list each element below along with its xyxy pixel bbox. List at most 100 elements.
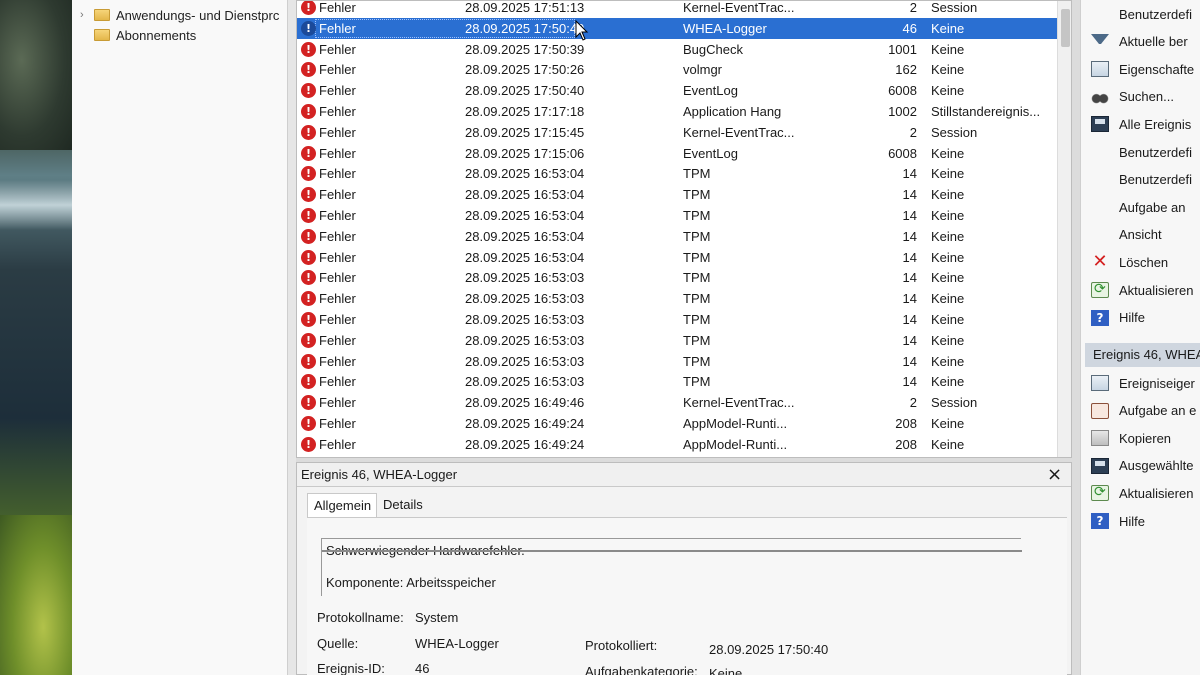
events-list: ! Fehler 28.09.2025 17:51:13 Kernel-EventTr… [296,0,1072,458]
action-item[interactable]: Ausgewählte [1091,455,1193,477]
action-label: Hilfe [1119,513,1146,529]
cell-level: Fehler [319,208,356,223]
action-item[interactable]: ? Hilfe [1091,307,1145,329]
cell-source: TPM [683,208,711,223]
table-row[interactable]: ! Fehler 28.09.2025 16:53:04 TPM 14 Keine [297,184,1057,205]
cell-source: TPM [683,374,711,390]
cell-level: Fehler [319,104,356,119]
tree-item-anwendungs-dienst[interactable]: › Anwendungs- und Dienstprc [80,5,279,25]
action-label: Benutzerdefi [1119,6,1192,22]
cell-event-id: 162 [895,62,917,78]
error-icon: ! [301,187,316,203]
ereignis-id-label: Ereignis-ID: [317,661,385,675]
table-row[interactable]: ! Fehler 28.09.2025 17:17:18 Application Ha… [297,101,1057,122]
cell-event-id: 208 [895,416,917,431]
refresh-icon [1091,484,1109,502]
cell-level: Fehler [319,416,356,431]
error-icon: ! [301,104,316,119]
error-icon: ! [301,208,316,223]
table-row[interactable]: ! Fehler 28.09.2025 16:53:03 TPM 14 Keine [297,330,1057,351]
event-details-pane: Ereignis 46, WHEA-Logger × Allgemein Det… [296,462,1072,675]
action-item[interactable]: Eigenschafte [1091,58,1194,80]
action-item[interactable]: Benutzerdefi [1091,169,1192,191]
error-icon: ! [301,228,316,244]
table-row[interactable]: ! Fehler 28.09.2025 17:51:13 Kernel-EventTr… [297,0,1057,18]
tree-item-abonnements[interactable]: Abonnements [80,25,196,45]
actions-section-header: Ereignis 46, WHEA [1085,343,1200,367]
action-item[interactable]: Aktuelle ber [1091,31,1188,53]
table-row-selected[interactable]: ! Fehler 28.09.2025 17:50:40 WHEA-Logger 46 K… [297,17,1057,39]
events-scrollbar[interactable] [1057,1,1071,457]
error-icon: ! [301,312,316,327]
table-row[interactable]: ! Fehler 28.09.2025 17:15:45 Kernel-EventTr… [297,122,1057,143]
table-row[interactable]: ! Fehler 28.09.2025 16:53:04 TPM 14 Keine [297,163,1057,184]
table-row[interactable]: ! Fehler 28.09.2025 17:50:26 volmgr 162 Keine [297,59,1057,80]
cell-datetime: 28.09.2025 17:51:13 [465,0,585,15]
message-divider [322,550,1022,552]
table-row[interactable]: ! Fehler 28.09.2025 16:53:03 TPM 14 Keine [297,267,1057,288]
table-row[interactable]: ! Fehler 28.09.2025 16:53:03 TPM 14 Keine [297,371,1057,392]
action-item[interactable]: Aktualisieren [1091,279,1193,301]
table-row[interactable]: ! Fehler 28.09.2025 16:53:04 TPM 14 Keine [297,205,1057,226]
cell-source: AppModel-Runti... [683,416,788,431]
tab-allgemein[interactable]: Allgemein [307,493,377,517]
action-item[interactable]: ? Hilfe [1091,510,1145,532]
event-message-box[interactable]: Schwerwiegender Hardwarefehler. Komponen… [321,538,1022,596]
close-icon[interactable]: × [1047,464,1062,485]
action-item[interactable]: Ereigniseiger [1091,372,1195,394]
action-item[interactable]: Benutzerdefi [1091,141,1192,163]
cell-source: TPM [683,187,711,203]
pane-gap [288,0,296,675]
table-row[interactable]: ! Fehler 28.09.2025 16:53:03 TPM 14 Keine [297,288,1057,309]
cell-event-id: 14 [902,312,917,327]
cell-datetime: 28.09.2025 17:15:06 [465,145,585,161]
cell-category: Session [931,395,978,411]
cell-category: Keine [931,187,965,203]
table-row[interactable]: ! Fehler 28.09.2025 17:50:39 BugCheck 1001 Ke… [297,39,1057,60]
scrollbar-thumb[interactable] [1061,9,1070,47]
error-icon: ! [301,436,316,452]
cell-level: Fehler [319,166,356,182]
chevron-right-icon[interactable]: › [80,9,94,21]
cell-category: Keine [931,416,965,431]
cell-datetime: 28.09.2025 16:53:04 [465,249,585,265]
action-item[interactable]: ✕ Löschen [1091,251,1168,273]
table-row[interactable]: ! Fehler 28.09.2025 17:50:40 EventLog 6008 Ke… [297,80,1057,101]
table-row[interactable]: ! Fehler 28.09.2025 16:49:46 Kernel-EventTr… [297,392,1057,413]
table-row[interactable]: ! Fehler 28.09.2025 17:15:06 EventLog 6008 Ke… [297,143,1057,164]
cell-datetime: 28.09.2025 16:53:04 [465,208,585,223]
table-row[interactable]: ! Fehler 28.09.2025 16:53:03 TPM 14 Keine [297,351,1057,372]
action-item[interactable]: Aktualisieren [1091,482,1193,504]
action-item[interactable]: Aufgabe an [1091,196,1186,218]
action-item[interactable]: Aufgabe an e [1091,400,1196,422]
action-item[interactable]: Kopieren [1091,427,1171,449]
cell-event-id: 14 [902,208,917,223]
action-item[interactable]: Ansicht [1091,224,1162,246]
table-row[interactable]: ! Fehler 28.09.2025 16:53:04 TPM 14 Keine [297,226,1057,247]
cell-datetime: 28.09.2025 16:53:03 [465,332,585,348]
cell-level: Fehler [319,270,356,286]
error-icon: ! [301,395,316,411]
cell-level: Fehler [319,291,356,307]
cell-level: Fehler [319,124,356,140]
cell-event-id: 14 [902,249,917,265]
action-item[interactable]: Suchen... [1091,86,1174,108]
table-row[interactable]: ! Fehler 28.09.2025 16:53:04 TPM 14 Keine [297,247,1057,268]
cell-level: Fehler [319,83,356,99]
table-row[interactable]: ! Fehler 28.09.2025 16:49:24 AppModel-Runti… [297,413,1057,434]
ereignis-id-value: 46 [415,661,430,675]
mouse-cursor-icon [575,20,589,41]
tree-pane: › Anwendungs- und Dienstprc Abonnements [72,0,288,675]
cell-source: Kernel-EventTrac... [683,124,795,140]
action-label: Suchen... [1119,89,1174,105]
action-label: Aktualisieren [1119,485,1194,501]
action-item[interactable]: Alle Ereignis [1091,113,1191,135]
table-row[interactable]: ! Fehler 28.09.2025 16:49:24 AppModel-Runti… [297,434,1057,455]
table-row[interactable]: ! Fehler 28.09.2025 16:53:03 TPM 14 Keine [297,309,1057,330]
error-icon: ! [301,332,316,348]
folder-icon [94,9,110,21]
quelle-value: WHEA-Logger [415,636,499,651]
tab-details[interactable]: Details [377,493,437,517]
error-icon: ! [301,291,316,307]
action-item[interactable]: Benutzerdefi [1091,3,1192,25]
